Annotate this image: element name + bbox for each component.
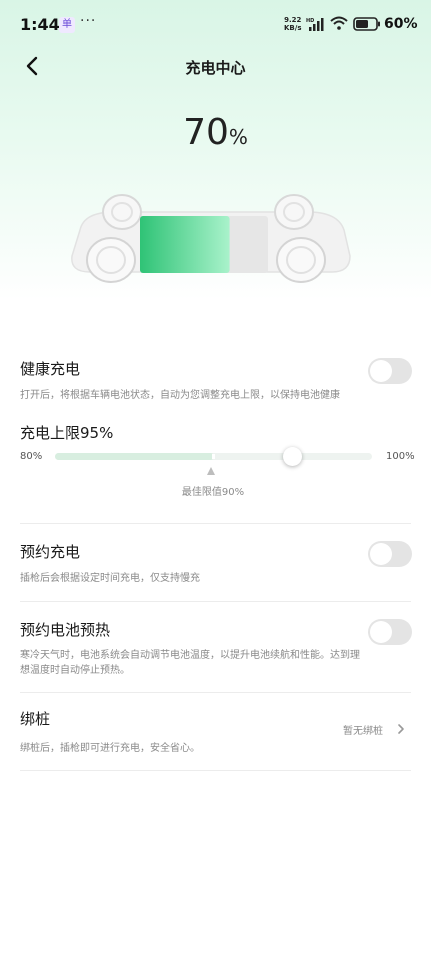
scheduled-charge-description: 插枪后会根据设定时间充电，仅支持慢充 [20,573,200,584]
scheduled-charge-toggle[interactable] [368,541,412,567]
battery-pack-fill [140,216,230,273]
chevron-right-icon [398,724,404,734]
status-time: 1:44 [20,15,60,34]
bind-charger-description: 绑桩后，插枪即可进行充电，安全省心。 [20,743,200,754]
battery-icon [353,17,380,31]
wheel-front-left [86,237,136,283]
soc-value: 70 [183,112,229,153]
divider [20,770,411,771]
health-charge-title: 健康充电 [20,360,81,378]
toggle-knob [370,621,392,643]
wheel-rear-left [102,194,142,230]
health-charge-description: 打开后，将根据车辆电池状态，自动为您调整充电上限，以保持电池健康 [20,390,340,401]
battery-preheat-description-line2: 想温度时自动停止预热。 [20,665,130,676]
wifi-icon [330,16,348,30]
divider [20,692,411,693]
divider [20,523,411,524]
toggle-knob [370,543,392,565]
notification-app-icon: 单 [59,17,75,33]
car-battery-illustration [71,194,351,283]
best-value-pointer-icon [207,467,215,475]
battery-preheat-title: 预约电池预热 [20,621,111,639]
health-charge-toggle[interactable] [368,358,412,384]
more-notifications-icon: ··· [80,13,97,29]
signal-icon: HD [306,18,324,31]
best-value-label: 最佳限值90% [181,487,245,498]
charge-limit-slider[interactable] [55,447,372,466]
state-of-charge: 70% [0,112,431,153]
soc-unit: % [228,125,248,149]
wheel-rear-right [274,194,314,230]
battery-percent: 60% [384,16,418,32]
toggle-knob [370,360,392,382]
charge-limit-min-label: 80% [20,451,43,462]
bind-charger-status: 暂无绑桩 [343,726,383,737]
scheduled-charge-title: 预约充电 [20,543,81,561]
health-charge-section: 健康充电 [20,358,411,379]
battery-preheat-toggle[interactable] [368,619,412,645]
slider-fill [55,453,214,460]
network-speed: 9.22 KB/s [284,16,301,32]
status-bar: 1:44 单 ··· 9.22 KB/s HD 60% [0,0,431,52]
charge-limit-max-label: 100% [386,451,415,462]
network-speed-unit: KB/s [284,24,302,32]
divider [20,601,411,602]
battery-preheat-description: 寒冷天气时，电池系统会自动调节电池温度，以提升电池续航和性能。达到理 想温度时自… [20,648,411,678]
slider-thumb[interactable] [283,447,303,466]
network-speed-value: 9.22 [284,16,302,24]
net-type-label: HD [306,18,314,24]
wheel-front-right [276,237,326,283]
page-title: 充电中心 [185,59,246,77]
best-value-marker [212,454,215,459]
charge-limit-title: 充电上限95% [20,424,114,442]
battery-preheat-description-line1: 寒冷天气时，电池系统会自动调节电池温度，以提升电池续航和性能。达到理 [20,650,360,661]
